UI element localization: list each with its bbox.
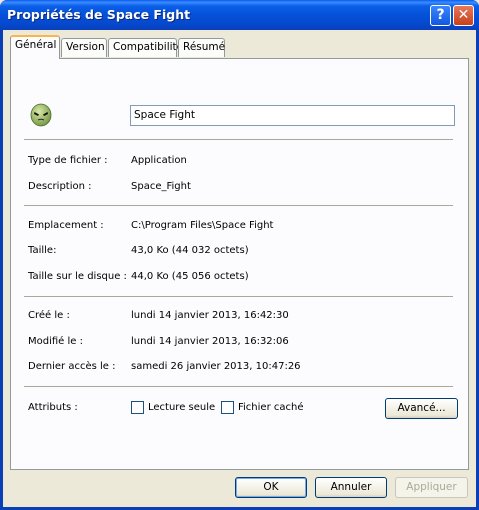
- tab-summary[interactable]: Résumé: [178, 38, 225, 57]
- readonly-checkbox[interactable]: [131, 401, 144, 414]
- cancel-button[interactable]: Annuler: [315, 477, 387, 498]
- separator: [24, 386, 453, 387]
- disk-size-label: Taille sur le disque :: [28, 271, 127, 282]
- help-button[interactable]: ?: [430, 5, 451, 26]
- properties-window: Propriétés de Space Fight ? ✕ Général Ve…: [0, 0, 479, 510]
- location-label: Emplacement :: [28, 220, 104, 231]
- dialog-client: Général Version Compatibilité Résumé Spa…: [3, 30, 476, 507]
- ok-button[interactable]: OK: [235, 477, 307, 498]
- created-label: Créé le :: [28, 310, 70, 321]
- description-value: Space_Fight: [131, 181, 191, 192]
- general-panel: Space Fight Type de fichier : Applicatio…: [10, 58, 469, 470]
- modified-label: Modifié le :: [28, 336, 83, 347]
- apply-button: Appliquer: [395, 477, 468, 498]
- file-type-label: Type de fichier :: [28, 155, 108, 166]
- name-field[interactable]: Space Fight: [130, 105, 455, 126]
- window-title: Propriétés de Space Fight: [7, 7, 191, 22]
- tab-compatibility[interactable]: Compatibilité: [108, 38, 183, 57]
- tab-general[interactable]: Général: [10, 35, 60, 59]
- file-type-value: Application: [131, 155, 187, 166]
- location-value: C:\Program Files\Space Fight: [131, 220, 274, 231]
- advanced-button[interactable]: Avancé...: [385, 398, 458, 419]
- modified-value: lundi 14 janvier 2013, 16:32:06: [131, 336, 289, 347]
- separator: [24, 205, 453, 206]
- hidden-label[interactable]: Fichier caché: [238, 402, 303, 413]
- title-bar[interactable]: Propriétés de Space Fight ? ✕: [0, 0, 479, 30]
- size-label: Taille:: [28, 245, 57, 256]
- size-value: 43,0 Ko (44 032 octets): [131, 245, 249, 256]
- tab-version[interactable]: Version: [61, 38, 107, 57]
- hidden-checkbox[interactable]: [221, 401, 234, 414]
- readonly-label[interactable]: Lecture seule: [148, 402, 215, 413]
- disk-size-value: 44,0 Ko (45 056 octets): [131, 271, 249, 282]
- accessed-value: samedi 26 janvier 2013, 10:47:26: [131, 361, 301, 372]
- created-value: lundi 14 janvier 2013, 16:42:30: [131, 310, 289, 321]
- description-label: Description :: [28, 181, 92, 192]
- close-button[interactable]: ✕: [453, 5, 474, 26]
- separator: [24, 139, 453, 140]
- accessed-label: Dernier accès le :: [28, 361, 116, 372]
- attributes-label: Attributs :: [28, 402, 78, 413]
- separator: [24, 296, 453, 297]
- alien-icon: [30, 103, 52, 127]
